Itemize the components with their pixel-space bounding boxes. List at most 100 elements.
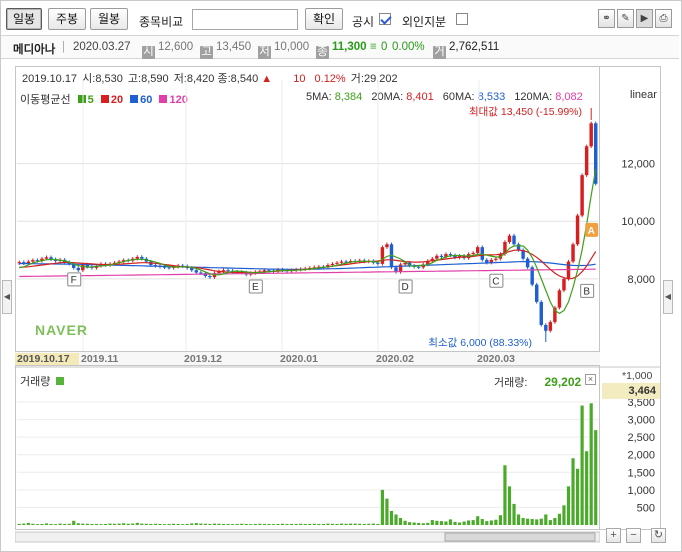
volume-bar xyxy=(589,403,593,525)
volume-bar xyxy=(535,519,539,525)
refresh-icon[interactable]: ↻ xyxy=(651,528,666,543)
volume-bar xyxy=(580,405,584,525)
volume-bar xyxy=(317,523,321,525)
volume-bar xyxy=(194,523,198,525)
volume-title: 거래량 xyxy=(20,373,66,389)
event-marker-label: E xyxy=(252,282,259,293)
volume-bar xyxy=(153,523,158,525)
candle xyxy=(494,258,498,260)
volume-bar xyxy=(389,510,394,525)
candle xyxy=(31,260,35,262)
volume-tick: 3,000 xyxy=(627,415,655,427)
price-chart-svg: 12,00010,0008,0003,5003,0002,5002,0001,5… xyxy=(15,80,661,525)
volume-bar xyxy=(231,524,235,525)
volume-bar xyxy=(226,523,230,525)
close-icon[interactable]: × xyxy=(585,374,596,385)
date-axis: 2019.10.17 2019.11 2019.12 2020.01 2020.… xyxy=(15,351,600,366)
volume-bar xyxy=(221,523,226,525)
volume-bar xyxy=(444,521,448,525)
volume-bar xyxy=(40,523,44,525)
volume-bar xyxy=(548,520,552,525)
candle xyxy=(44,257,49,259)
volume-bar xyxy=(249,524,253,525)
zoom-in-button[interactable]: + xyxy=(606,528,621,543)
volume-bar xyxy=(339,523,344,525)
candle xyxy=(339,261,344,263)
volume-bar xyxy=(367,523,371,525)
volume-bar xyxy=(312,523,316,525)
candle xyxy=(589,123,593,147)
volume-current-label: 거래량: xyxy=(494,377,528,389)
candle xyxy=(571,244,575,262)
volume-bar xyxy=(299,523,303,525)
candle xyxy=(485,259,489,263)
volume-bar xyxy=(162,524,167,525)
candle xyxy=(525,258,530,268)
candle xyxy=(226,270,230,272)
candle xyxy=(199,272,203,274)
volume-bar xyxy=(539,518,543,525)
event-marker-label: B xyxy=(583,286,590,297)
scroll-right-arrow[interactable]: ◀ xyxy=(663,280,673,314)
volume-bar xyxy=(253,523,257,525)
volume-tick: 2,500 xyxy=(627,432,655,444)
candle xyxy=(167,267,171,269)
volume-bar xyxy=(262,523,266,525)
min-annotation: 최소값 6,000 (88.33%) xyxy=(428,337,532,349)
volume-bar xyxy=(358,523,362,525)
volume-tick: 1,000 xyxy=(627,485,655,497)
volume-bar xyxy=(426,522,430,525)
volume-bar xyxy=(212,523,217,525)
volume-bar xyxy=(185,523,189,525)
volume-bar xyxy=(35,524,40,525)
volume-bar xyxy=(553,517,557,525)
volume-bar xyxy=(403,520,407,525)
volume-bar xyxy=(467,520,471,525)
ma120-line xyxy=(19,268,596,278)
event-marker-label: C xyxy=(492,276,499,287)
volume-bar xyxy=(90,523,94,525)
volume-bar xyxy=(276,523,280,525)
volume-bar xyxy=(457,522,462,525)
candle xyxy=(76,267,81,271)
volume-bar xyxy=(435,520,439,525)
volume-bar xyxy=(362,523,366,525)
candle xyxy=(439,255,444,257)
volume-bar xyxy=(503,465,507,525)
candle xyxy=(544,324,548,331)
candle xyxy=(81,264,85,271)
candle xyxy=(194,270,199,273)
volume-bar xyxy=(103,523,108,525)
event-marker-label: A xyxy=(588,226,595,237)
volume-bar xyxy=(126,523,130,525)
volume-bar xyxy=(22,523,26,525)
candle xyxy=(262,270,267,272)
candle xyxy=(448,254,453,256)
scroll-left-arrow[interactable]: ◀ xyxy=(2,280,12,314)
volume-bar xyxy=(235,523,239,525)
volume-bar xyxy=(303,523,307,525)
volume-bar xyxy=(417,522,421,525)
volume-title-text: 거래량 xyxy=(20,376,51,388)
volume-bar xyxy=(67,523,71,525)
price-tick: 10,000 xyxy=(621,216,655,228)
volume-bar xyxy=(131,523,135,525)
event-marker-label: F xyxy=(71,275,77,286)
candle xyxy=(376,262,380,264)
zoom-out-button[interactable]: − xyxy=(626,528,641,543)
volume-bar xyxy=(453,521,457,525)
volume-tick: 500 xyxy=(637,502,655,514)
candle xyxy=(584,146,589,176)
ma20-line xyxy=(19,249,597,280)
scroll-thumb xyxy=(444,532,596,542)
candle xyxy=(335,262,339,264)
volume-bar xyxy=(217,523,221,525)
volume-unit: *1,000 xyxy=(622,370,653,382)
volume-bar xyxy=(571,458,575,525)
volume-bar xyxy=(430,520,434,525)
candle xyxy=(435,255,439,259)
candle xyxy=(507,235,512,242)
horizontal-scrollbar[interactable] xyxy=(15,530,600,543)
volume-bar xyxy=(566,486,571,525)
price-tick: 8,000 xyxy=(627,274,655,286)
